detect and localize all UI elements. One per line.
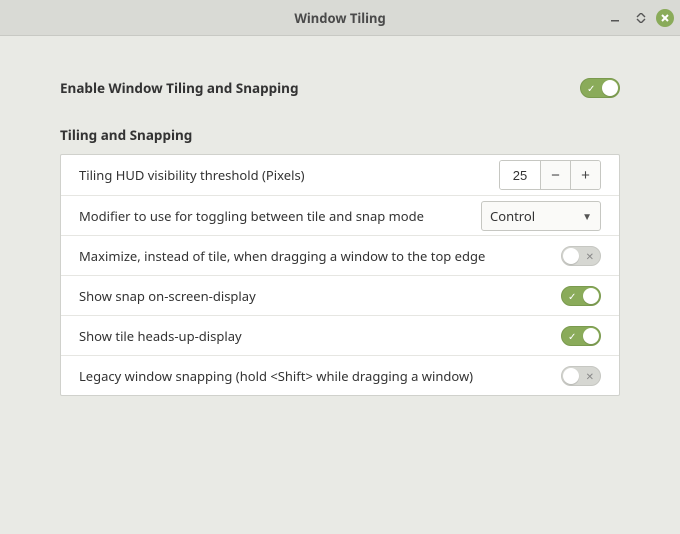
master-toggle[interactable]: ✓ (580, 78, 620, 98)
hud-threshold-stepper: − + (499, 160, 601, 190)
window-controls (604, 0, 674, 36)
hud-threshold-input[interactable] (500, 161, 540, 189)
toggle-knob (583, 288, 599, 304)
settings-list: Tiling HUD visibility threshold (Pixels)… (60, 154, 620, 396)
legacy-snap-toggle[interactable]: ✕ (561, 366, 601, 386)
window-title: Window Tiling (0, 9, 680, 27)
check-icon: ✓ (568, 291, 576, 301)
minimize-button[interactable] (604, 7, 626, 29)
content-area: Enable Window Tiling and Snapping ✓ Tili… (0, 36, 680, 420)
setting-label: Legacy window snapping (hold <Shift> whi… (79, 367, 561, 385)
setting-label: Tiling HUD visibility threshold (Pixels) (79, 166, 499, 184)
snap-osd-toggle[interactable]: ✓ (561, 286, 601, 306)
master-toggle-row: Enable Window Tiling and Snapping ✓ (60, 78, 620, 98)
modifier-dropdown[interactable]: Control ▼ (481, 201, 601, 231)
setting-tile-hud: Show tile heads-up-display ✓ (61, 315, 619, 355)
section-title: Tiling and Snapping (60, 126, 620, 144)
cross-icon: ✕ (586, 251, 594, 261)
setting-label: Modifier to use for toggling between til… (79, 207, 481, 225)
cross-icon: ✕ (586, 371, 594, 381)
check-icon: ✓ (587, 83, 595, 93)
maximize-button[interactable] (630, 7, 652, 29)
dropdown-value: Control (490, 207, 535, 225)
toggle-knob (583, 328, 599, 344)
toggle-knob (602, 80, 618, 96)
check-icon: ✓ (568, 331, 576, 341)
toggle-knob (563, 248, 579, 264)
maximize-icon (636, 13, 646, 23)
master-toggle-label: Enable Window Tiling and Snapping (60, 79, 580, 97)
toggle-knob (563, 368, 579, 384)
increment-button[interactable]: + (570, 161, 600, 189)
minimize-icon (610, 13, 620, 23)
setting-label: Maximize, instead of tile, when dragging… (79, 247, 561, 265)
setting-hud-threshold: Tiling HUD visibility threshold (Pixels)… (61, 155, 619, 195)
setting-modifier: Modifier to use for toggling between til… (61, 195, 619, 235)
titlebar: Window Tiling (0, 0, 680, 36)
maximize-top-toggle[interactable]: ✕ (561, 246, 601, 266)
setting-label: Show tile heads-up-display (79, 327, 561, 345)
chevron-down-icon: ▼ (582, 209, 592, 223)
tile-hud-toggle[interactable]: ✓ (561, 326, 601, 346)
setting-snap-osd: Show snap on-screen-display ✓ (61, 275, 619, 315)
setting-maximize-top: Maximize, instead of tile, when dragging… (61, 235, 619, 275)
close-button[interactable] (656, 9, 674, 27)
setting-label: Show snap on-screen-display (79, 287, 561, 305)
close-icon (660, 13, 670, 23)
setting-legacy-snap: Legacy window snapping (hold <Shift> whi… (61, 355, 619, 395)
decrement-button[interactable]: − (540, 161, 570, 189)
